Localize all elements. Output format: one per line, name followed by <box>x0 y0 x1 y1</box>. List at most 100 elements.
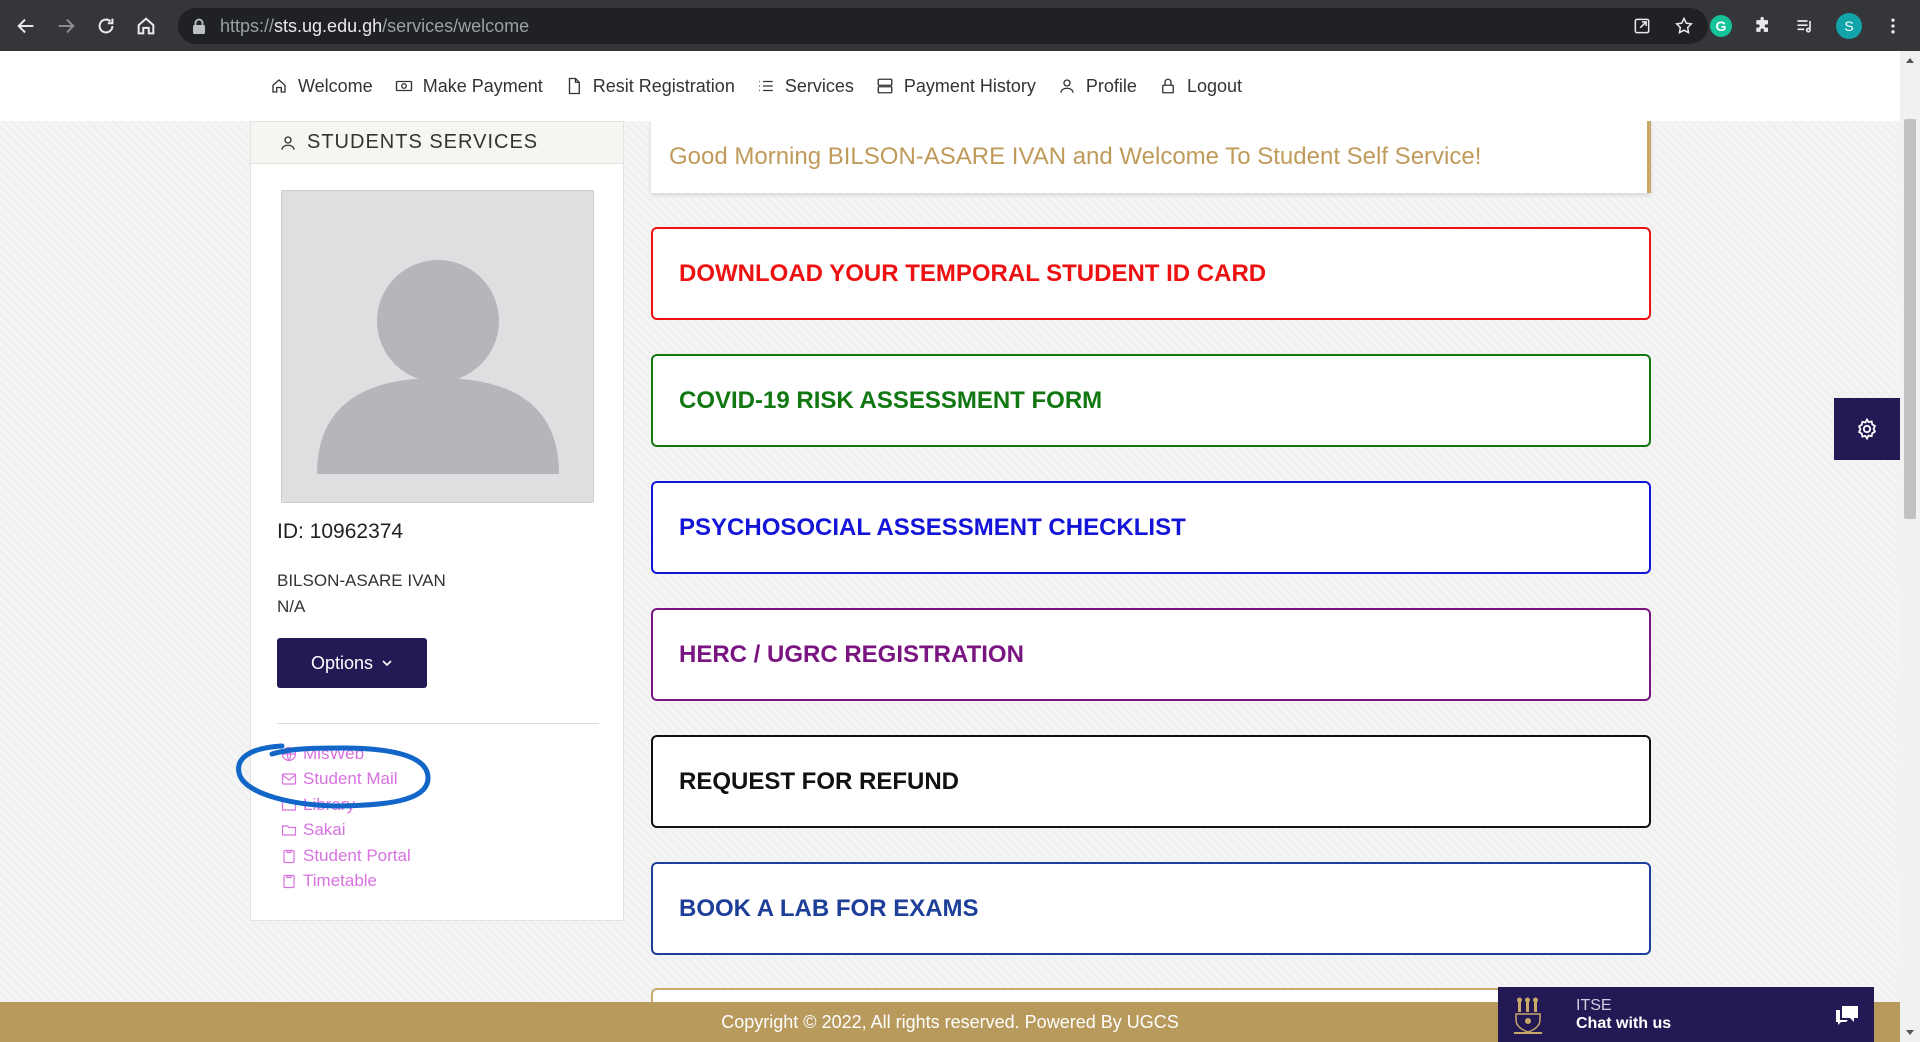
link-student-mail[interactable]: Student Mail <box>281 767 411 793</box>
user-icon <box>281 135 295 150</box>
link-misweb-label: MisWeb <box>303 743 365 763</box>
link-student-portal[interactable]: Student Portal <box>281 843 411 869</box>
student-services-panel: STUDENTS SERVICES ID: 10962374 BILSON-AS… <box>250 121 624 921</box>
card-covid-form[interactable]: COVID-19 RISK ASSESSMENT FORM <box>651 354 1651 447</box>
card-book-lab[interactable]: BOOK A LAB FOR EXAMS <box>651 862 1651 955</box>
folder-icon <box>281 825 297 836</box>
arrow-right-icon <box>58 18 75 33</box>
file-icon <box>568 77 580 95</box>
chat-bubbles-icon <box>1836 1006 1858 1025</box>
nav-services-label: Services <box>784 75 854 96</box>
student-photo <box>281 190 594 503</box>
chat-widget[interactable]: ITSE Chat with us <box>1498 987 1874 1042</box>
link-misweb[interactable]: MisWeb <box>281 741 411 767</box>
university-crest-icon <box>1514 997 1542 1034</box>
clipboard-icon <box>283 875 295 889</box>
mail-icon <box>281 773 297 785</box>
nav-welcome[interactable]: Welcome <box>270 76 373 97</box>
nav-profile[interactable]: Profile <box>1058 76 1137 97</box>
nav-logout[interactable]: Logout <box>1159 76 1242 97</box>
nav-payment-history[interactable]: Payment History <box>876 76 1036 97</box>
card-psychosocial-checklist-label: PSYCHOSOCIAL ASSESSMENT CHECKLIST <box>679 513 1186 541</box>
nav-services[interactable]: Services <box>757 76 854 97</box>
grammarly-extension-icon[interactable]: G <box>1710 15 1732 37</box>
scroll-down-icon[interactable] <box>1904 1026 1916 1038</box>
link-student-portal-label: Student Portal <box>303 845 411 865</box>
footer-copyright: Copyright © 2022, All rights reserved. P… <box>721 1011 1179 1032</box>
page-scrollbar[interactable] <box>1900 51 1920 1042</box>
clipboard-icon <box>283 849 295 863</box>
reload-button[interactable] <box>86 6 126 46</box>
card-download-id[interactable]: DOWNLOAD YOUR TEMPORAL STUDENT ID CARD <box>651 227 1651 320</box>
star-icon[interactable] <box>1674 16 1694 36</box>
welcome-banner: Good Morning BILSON-ASARE IVAN and Welco… <box>651 121 1651 193</box>
back-button[interactable] <box>6 6 46 46</box>
profile-avatar[interactable]: S <box>1836 13 1862 39</box>
link-timetable-label: Timetable <box>303 871 378 891</box>
link-sakai[interactable]: Sakai <box>281 818 411 844</box>
card-herc-registration[interactable]: HERC / UGRC REGISTRATION <box>651 608 1651 701</box>
gear-icon <box>1857 417 1877 441</box>
card-download-id-label: DOWNLOAD YOUR TEMPORAL STUDENT ID CARD <box>679 259 1267 287</box>
home-icon <box>137 16 155 34</box>
nav-make-payment[interactable]: Make Payment <box>395 76 543 97</box>
nav-payment-history-label: Payment History <box>903 75 1036 96</box>
options-button[interactable]: Options <box>277 638 427 688</box>
panel-header: STUDENTS SERVICES <box>251 122 623 164</box>
divider <box>277 723 599 724</box>
student-program: N/A <box>277 597 306 616</box>
welcome-text: Good Morning BILSON-ASARE IVAN and Welco… <box>669 143 1482 170</box>
extensions-puzzle-icon[interactable] <box>1752 15 1774 37</box>
chat-title: ITSE <box>1576 996 1612 1014</box>
reload-icon <box>98 18 114 33</box>
scroll-up-icon[interactable] <box>1904 55 1916 67</box>
more-menu-icon[interactable] <box>1882 15 1904 37</box>
link-library[interactable]: Library <box>281 792 411 818</box>
chat-subtitle: Chat with us <box>1576 1014 1672 1032</box>
server-icon <box>877 78 893 94</box>
quick-links: MisWeb Student Mail Library Sakai Studen… <box>281 741 411 894</box>
nav-welcome-label: Welcome <box>298 75 373 96</box>
list-icon <box>759 80 773 92</box>
lock-icon <box>193 18 205 34</box>
link-library-label: Library <box>303 794 355 814</box>
chat-text: ITSE Chat with us <box>1576 997 1671 1033</box>
globe-icon <box>281 746 297 761</box>
forward-button[interactable] <box>46 6 86 46</box>
folder-icon <box>281 800 297 811</box>
card-herc-registration-label: HERC / UGRC REGISTRATION <box>679 640 1024 668</box>
student-id: ID: 10962374 <box>277 520 404 543</box>
scroll-thumb[interactable] <box>1904 119 1916 519</box>
nav-resit-registration-label: Resit Registration <box>592 75 735 96</box>
student-name: BILSON-ASARE IVAN <box>277 571 446 590</box>
home-icon <box>272 79 286 93</box>
share-icon[interactable] <box>1632 16 1652 36</box>
card-request-refund[interactable]: REQUEST FOR REFUND <box>651 735 1651 828</box>
url-text: https://sts.ug.edu.gh/services/welcome <box>220 15 530 36</box>
nav-logout-label: Logout <box>1186 75 1242 96</box>
nav-make-payment-label: Make Payment <box>422 75 543 96</box>
link-student-mail-label: Student Mail <box>303 769 398 789</box>
nav-resit-registration[interactable]: Resit Registration <box>565 76 735 97</box>
site-navigation: Welcome Make Payment Resit Registration … <box>0 51 1900 121</box>
link-sakai-label: Sakai <box>303 820 346 840</box>
nav-profile-label: Profile <box>1085 75 1137 96</box>
card-covid-form-label: COVID-19 RISK ASSESSMENT FORM <box>679 386 1103 414</box>
lock-icon <box>1162 78 1174 94</box>
card-psychosocial-checklist[interactable]: PSYCHOSOCIAL ASSESSMENT CHECKLIST <box>651 481 1651 574</box>
browser-toolbar: https://sts.ug.edu.gh/services/welcome G… <box>0 0 1920 51</box>
user-icon <box>1060 79 1074 93</box>
chevron-down-icon <box>382 660 392 667</box>
home-button[interactable] <box>126 6 166 46</box>
cash-icon <box>395 80 412 92</box>
settings-button[interactable] <box>1834 398 1900 460</box>
options-label: Options <box>310 652 374 673</box>
panel-title: STUDENTS SERVICES <box>307 131 539 153</box>
card-request-refund-label: REQUEST FOR REFUND <box>679 767 960 795</box>
card-book-lab-label: BOOK A LAB FOR EXAMS <box>679 894 979 922</box>
reading-list-icon[interactable] <box>1794 15 1816 37</box>
address-bar[interactable]: https://sts.ug.edu.gh/services/welcome <box>178 8 1708 44</box>
avatar-placeholder-icon <box>317 260 559 474</box>
arrow-left-icon <box>17 18 34 33</box>
link-timetable[interactable]: Timetable <box>281 869 411 895</box>
